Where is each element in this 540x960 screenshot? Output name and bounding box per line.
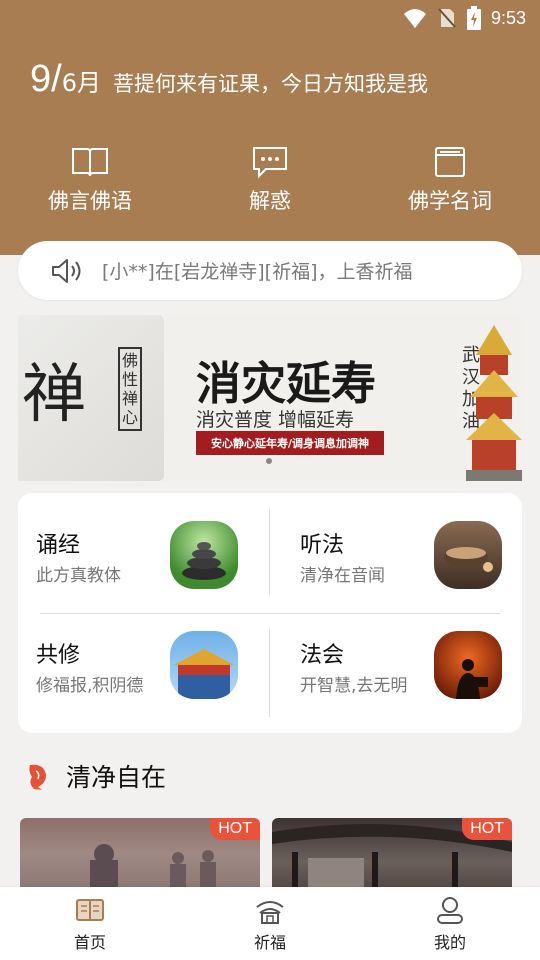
feature-subtitle: 此方真教体 bbox=[36, 566, 121, 586]
tab-label: 我的 bbox=[433, 932, 466, 952]
reading-sunset-thumbnail bbox=[434, 631, 502, 699]
nav-label: 佛学名词 bbox=[408, 189, 492, 213]
feature-title: 听法 bbox=[300, 533, 345, 558]
tab-profile[interactable]: 我的 bbox=[390, 895, 510, 953]
book-icon bbox=[72, 148, 108, 177]
banner-red-label: 安心静心延年寿/调身调息加调神 bbox=[196, 431, 384, 455]
top-nav: 佛言佛语 解惑 佛学名词 bbox=[0, 145, 540, 215]
nav-buddha-sayings[interactable]: 佛言佛语 bbox=[10, 145, 170, 215]
vertical-divider bbox=[269, 629, 270, 717]
date-month: 6月 bbox=[61, 69, 101, 97]
featured-card[interactable]: HOT bbox=[20, 818, 260, 898]
status-bar: 9:53 bbox=[403, 4, 526, 32]
vertical-divider bbox=[269, 509, 270, 595]
featured-card[interactable]: HOT bbox=[272, 818, 512, 898]
hot-badge: HOT bbox=[210, 818, 260, 840]
feature-grid: 诵经 此方真教体 听法 清净在音闻 共修 修福报,积阴德 法会 开智慧,去无明 bbox=[18, 493, 522, 733]
daily-motto: 菩提何来有证果，今日方知我是我 bbox=[112, 72, 428, 96]
banner-subtitle: 消灾普度 增幅延寿 bbox=[196, 409, 355, 431]
speaker-icon bbox=[52, 258, 81, 283]
hot-badge: HOT bbox=[462, 818, 512, 840]
status-time: 9:53 bbox=[490, 7, 526, 28]
nav-buddhist-terms[interactable]: 佛学名词 bbox=[370, 145, 530, 215]
announcement-bar[interactable]: [小**]在[岩龙禅寺][祈福]，上香祈福 bbox=[18, 241, 522, 300]
feature-subtitle: 清净在音闻 bbox=[300, 566, 385, 586]
feature-subtitle: 开智慧,去无明 bbox=[300, 676, 408, 696]
feature-chanting[interactable]: 诵经 此方真教体 bbox=[18, 493, 258, 603]
stones-thumbnail bbox=[170, 521, 238, 589]
bottom-tab-bar: 首页 祈福 我的 bbox=[0, 887, 540, 960]
banner-title: 消灾延寿 bbox=[196, 357, 377, 410]
feature-dharma-listening[interactable]: 听法 清净在音闻 bbox=[282, 493, 522, 603]
chat-bubble-icon bbox=[253, 147, 287, 179]
tab-blessing[interactable]: 祈福 bbox=[210, 895, 330, 953]
banner-zen-character: 禅 bbox=[22, 358, 86, 432]
nav-label: 佛言佛语 bbox=[48, 189, 132, 213]
no-sim-icon bbox=[438, 8, 456, 28]
promo-banner[interactable]: 禅 佛性禅心 消灾延寿 消灾普度 增幅延寿 安心静心延年寿/调身调息加调神 武汉… bbox=[18, 315, 522, 481]
battery-charging-icon bbox=[466, 6, 481, 30]
wifi-icon bbox=[403, 9, 426, 28]
section-title: 清净自在 bbox=[66, 763, 167, 792]
carp-icon bbox=[29, 764, 46, 790]
banner-vertical-text: 佛性禅心 bbox=[118, 347, 142, 431]
folder-icon bbox=[435, 147, 465, 177]
date-day: 9 bbox=[30, 58, 52, 100]
date-separator: / bbox=[51, 58, 62, 100]
temple-icon bbox=[256, 900, 284, 924]
tab-home[interactable]: 首页 bbox=[30, 895, 150, 953]
user-icon bbox=[437, 896, 463, 924]
announcement-text: [小**]在[岩龙禅寺][祈福]，上香祈福 bbox=[102, 261, 413, 283]
feature-dharma-assembly[interactable]: 法会 开智慧,去无明 bbox=[282, 603, 522, 713]
banner-zen-panel: 禅 佛性禅心 bbox=[18, 315, 164, 481]
home-book-icon bbox=[76, 898, 104, 921]
header: 9:53 9 / 6月 菩提何来有证果，今日方知我是我 佛言佛语 解惑 佛学名词 bbox=[0, 0, 540, 255]
feature-title: 法会 bbox=[300, 643, 345, 668]
pagoda-illustration bbox=[466, 325, 522, 481]
tab-label: 祈福 bbox=[253, 932, 286, 952]
feature-group-practice[interactable]: 共修 修福报,积阴德 bbox=[18, 603, 258, 713]
nav-answers[interactable]: 解惑 bbox=[190, 145, 350, 215]
temple-roof-thumbnail bbox=[170, 631, 238, 699]
carousel-indicator-dot[interactable] bbox=[266, 458, 272, 464]
date-row: 9 / 6月 菩提何来有证果，今日方知我是我 bbox=[30, 58, 428, 101]
tea-bowl-thumbnail bbox=[434, 521, 502, 589]
feature-subtitle: 修福报,积阴德 bbox=[36, 676, 144, 696]
section-header: 清净自在 bbox=[24, 758, 166, 794]
feature-title: 诵经 bbox=[36, 533, 81, 558]
tab-label: 首页 bbox=[73, 932, 106, 952]
feature-title: 共修 bbox=[36, 643, 81, 668]
nav-label: 解惑 bbox=[249, 189, 291, 213]
